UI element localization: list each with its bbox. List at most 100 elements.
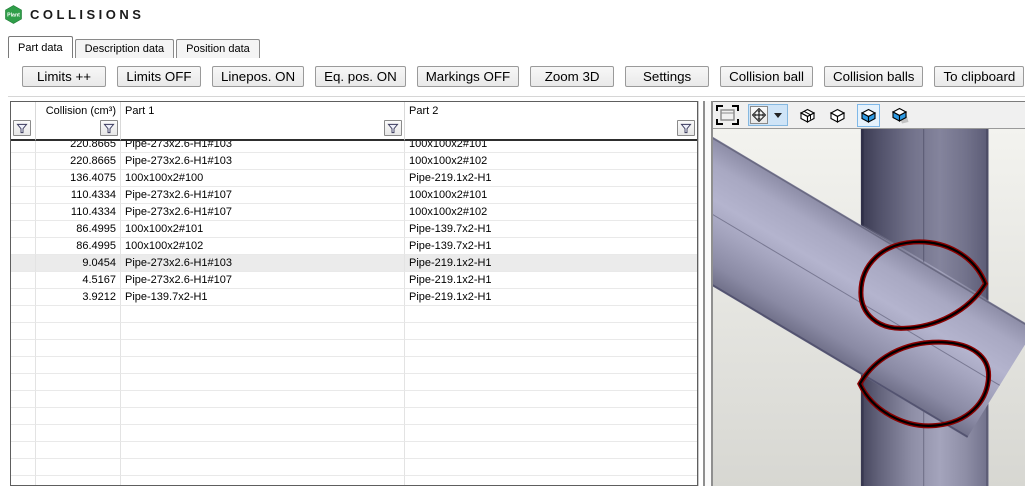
- panel-splitter[interactable]: [703, 101, 713, 486]
- table-row-5-selector[interactable]: [11, 221, 36, 238]
- filter-cell-selector: [11, 119, 36, 141]
- collision-ball-button[interactable]: Collision ball: [720, 66, 813, 87]
- table-row-5-part1[interactable]: 100x100x2#101: [121, 221, 405, 238]
- empty-cell: [11, 476, 36, 486]
- limits-off-button[interactable]: Limits OFF: [117, 66, 201, 87]
- settings-button[interactable]: Settings: [625, 66, 709, 87]
- viewport-3d[interactable]: [713, 128, 1025, 486]
- iso-block-solid-icon[interactable]: [889, 104, 912, 126]
- table-row-4-selector[interactable]: [11, 204, 36, 221]
- empty-cell: [36, 323, 121, 340]
- eq-pos-on-button[interactable]: Eq. pos. ON: [315, 66, 406, 87]
- pan-icon[interactable]: [750, 106, 768, 124]
- fit-view-icon[interactable]: [716, 105, 739, 125]
- filter-cell-part1: [121, 119, 405, 141]
- main-toolbar: Limits ++ Limits OFF Linepos. ON Eq. pos. O…: [0, 58, 1025, 95]
- view3d-toolbar: [713, 102, 1025, 128]
- table-row-7-selector[interactable]: [11, 255, 36, 272]
- empty-cell: [121, 408, 405, 425]
- funnel-icon[interactable]: [677, 120, 695, 136]
- table-row-1-part1[interactable]: Pipe-273x2.6-H1#103: [121, 153, 405, 170]
- iso-block-outline-icon[interactable]: [797, 105, 818, 126]
- to-clipboard-button[interactable]: To clipboard: [934, 66, 1024, 87]
- iso-block-solid-selected-icon[interactable]: [857, 104, 880, 127]
- empty-cell: [11, 340, 36, 357]
- empty-cell: [405, 476, 697, 486]
- table-row-4-collision[interactable]: 110.4334: [36, 204, 121, 221]
- tab-position-data[interactable]: Position data: [176, 39, 260, 58]
- empty-cell: [11, 459, 36, 476]
- table-row-4-part2[interactable]: 100x100x2#102: [405, 204, 697, 221]
- empty-cell: [121, 306, 405, 323]
- table-row-2-collision[interactable]: 136.4075: [36, 170, 121, 187]
- empty-cell: [11, 306, 36, 323]
- dropdown-arrow-icon[interactable]: [774, 113, 782, 118]
- table-row-2-part2[interactable]: Pipe-219.1x2-H1: [405, 170, 697, 187]
- table-row-9-part1[interactable]: Pipe-139.7x2-H1: [121, 289, 405, 306]
- empty-cell: [36, 374, 121, 391]
- table-row-7-part2[interactable]: Pipe-219.1x2-H1: [405, 255, 697, 272]
- funnel-icon[interactable]: [13, 120, 31, 136]
- table-row-6-part2[interactable]: Pipe-139.7x2-H1: [405, 238, 697, 255]
- table-row-6-part1[interactable]: 100x100x2#102: [121, 238, 405, 255]
- table-row-6-collision[interactable]: 86.4995: [36, 238, 121, 255]
- empty-cell: [121, 425, 405, 442]
- funnel-icon[interactable]: [100, 120, 118, 136]
- table-row-1-collision[interactable]: 220.8665: [36, 153, 121, 170]
- empty-cell: [121, 323, 405, 340]
- table-row-9-selector[interactable]: [11, 289, 36, 306]
- funnel-icon[interactable]: [384, 120, 402, 136]
- table-row-9-part2[interactable]: Pipe-219.1x2-H1: [405, 289, 697, 306]
- table-row-9-collision[interactable]: 3.9212: [36, 289, 121, 306]
- table-row-3-collision[interactable]: 110.4334: [36, 187, 121, 204]
- zoom-3d-button[interactable]: Zoom 3D: [530, 66, 614, 87]
- table-row-5-part2[interactable]: Pipe-139.7x2-H1: [405, 221, 697, 238]
- table-row-7-collision[interactable]: 9.0454: [36, 255, 121, 272]
- collision-table: Collision (cm³) Part 1 Part 2: [10, 101, 698, 486]
- table-row-2-part1[interactable]: 100x100x2#100: [121, 170, 405, 187]
- empty-cell: [11, 408, 36, 425]
- empty-cell: [405, 323, 697, 340]
- iso-block-outline-2-icon[interactable]: [827, 105, 848, 126]
- empty-cell: [36, 442, 121, 459]
- table-row-4-part1[interactable]: Pipe-273x2.6-H1#107: [121, 204, 405, 221]
- pipes-collision-scene: [713, 129, 1025, 486]
- tab-description-data[interactable]: Description data: [75, 39, 175, 58]
- empty-cell: [121, 374, 405, 391]
- empty-cell: [405, 357, 697, 374]
- empty-cell: [36, 306, 121, 323]
- filter-cell-part2: [405, 119, 697, 141]
- tab-strip: Part dataDescription dataPosition data: [0, 36, 1025, 58]
- table-row-1-selector[interactable]: [11, 153, 36, 170]
- table-row-8-selector[interactable]: [11, 272, 36, 289]
- empty-cell: [11, 374, 36, 391]
- table-row-3-part2[interactable]: 100x100x2#101: [405, 187, 697, 204]
- empty-cell: [405, 408, 697, 425]
- markings-off-button[interactable]: Markings OFF: [417, 66, 519, 87]
- empty-cell: [405, 306, 697, 323]
- table-row-1-part2[interactable]: 100x100x2#102: [405, 153, 697, 170]
- table-row-8-collision[interactable]: 4.5167: [36, 272, 121, 289]
- empty-cell: [36, 357, 121, 374]
- table-row-2-selector[interactable]: [11, 170, 36, 187]
- empty-cell: [121, 357, 405, 374]
- table-row-6-selector[interactable]: [11, 238, 36, 255]
- empty-cell: [121, 391, 405, 408]
- linepos-on-button[interactable]: Linepos. ON: [212, 66, 304, 87]
- tab-part-data[interactable]: Part data: [8, 36, 73, 58]
- collision-balls-button[interactable]: Collision balls: [824, 66, 924, 87]
- table-row-7-part1[interactable]: Pipe-273x2.6-H1#103: [121, 255, 405, 272]
- limits--button[interactable]: Limits ++: [22, 66, 106, 87]
- table-row-3-part1[interactable]: Pipe-273x2.6-H1#107: [121, 187, 405, 204]
- empty-cell: [36, 340, 121, 357]
- empty-cell: [121, 340, 405, 357]
- table-row-3-selector[interactable]: [11, 187, 36, 204]
- table-row-8-part2[interactable]: Pipe-219.1x2-H1: [405, 272, 697, 289]
- empty-cell: [405, 459, 697, 476]
- plant-logo-icon: Plant: [4, 5, 23, 24]
- table-row-5-collision[interactable]: 86.4995: [36, 221, 121, 238]
- table-row-8-part1[interactable]: Pipe-273x2.6-H1#107: [121, 272, 405, 289]
- empty-cell: [121, 459, 405, 476]
- empty-cell: [121, 442, 405, 459]
- pan-split-button[interactable]: [748, 104, 788, 126]
